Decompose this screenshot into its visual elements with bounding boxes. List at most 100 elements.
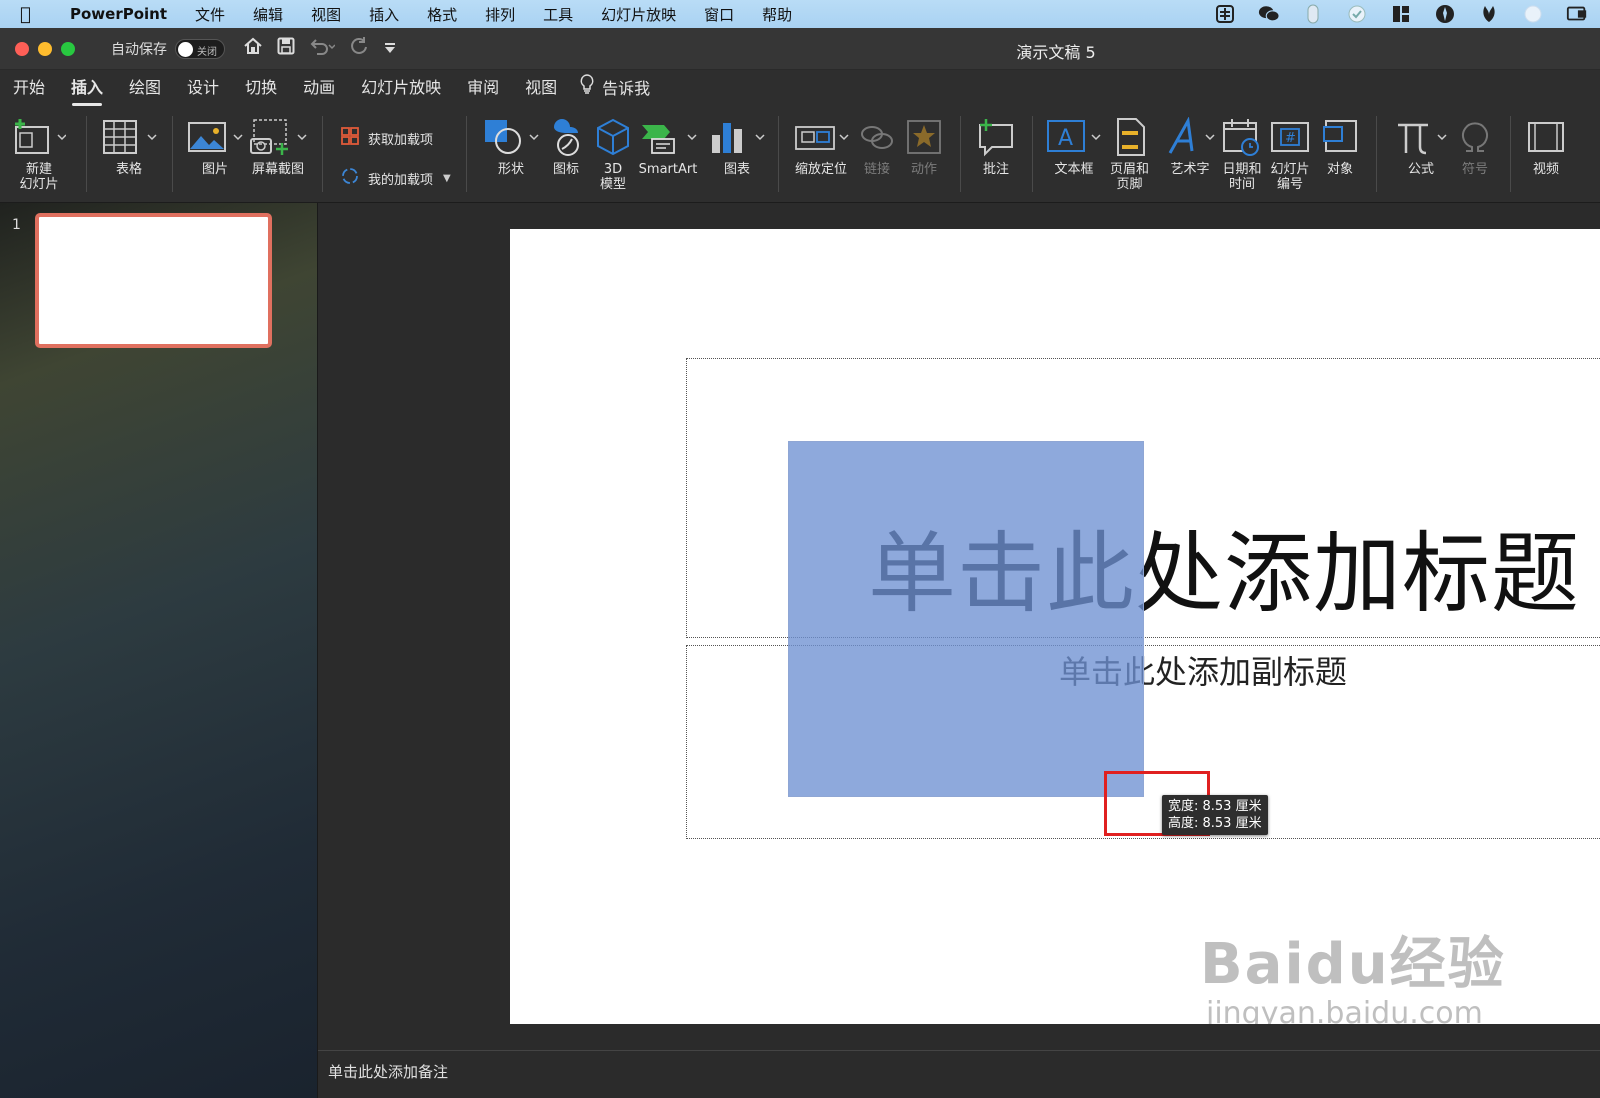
ribbon-tabs: 开始 插入 绘图 设计 切换 动画 幻灯片放映 审阅 视图 告诉我 — [0, 70, 1600, 108]
redo-icon[interactable] — [349, 36, 369, 61]
header-footer-button[interactable]: 页眉和 页脚 — [1110, 116, 1149, 192]
baidu-watermark: Baidu经验 jingyan.baidu.com — [1200, 919, 1506, 1024]
comment-icon — [976, 116, 1016, 158]
wordart-label: 艺术字 — [1170, 162, 1210, 177]
slide-number-button[interactable]: # 幻灯片 编号 — [1270, 116, 1310, 192]
equation-button[interactable]: 公式 — [1394, 116, 1448, 177]
object-label: 对象 — [1326, 162, 1353, 177]
minimize-window-button[interactable] — [38, 41, 52, 56]
mouse-icon[interactable] — [1302, 4, 1324, 24]
menu-slideshow[interactable]: 幻灯片放映 — [587, 4, 690, 25]
tab-transitions[interactable]: 切换 — [232, 70, 290, 108]
chart-button[interactable]: 图表 — [708, 116, 766, 177]
square-shape[interactable] — [788, 441, 1144, 797]
menu-help[interactable]: 帮助 — [748, 4, 806, 25]
circle-icon[interactable] — [1522, 4, 1544, 24]
width-readout: 宽度: 8.53 厘米 — [1168, 799, 1262, 814]
shapes-button[interactable]: 形状 — [482, 116, 540, 177]
addins-icon — [340, 166, 360, 190]
tab-insert[interactable]: 插入 — [58, 70, 116, 108]
my-addins-button[interactable]: 我的加载项 ▼ — [340, 166, 451, 190]
tell-me-search[interactable]: 告诉我 — [570, 70, 663, 108]
3d-model-button[interactable]: 3D 模型 — [594, 116, 632, 192]
shapes-icon — [482, 116, 540, 158]
screenshot-icon — [248, 116, 308, 158]
zoom-label: 缩放定位 — [794, 162, 847, 177]
symbol-button[interactable]: 符号 — [1458, 116, 1492, 177]
table-button[interactable]: 表格 — [100, 116, 158, 177]
object-button[interactable]: 对象 — [1322, 116, 1358, 177]
link-icon — [858, 116, 896, 158]
document-title: 演示文稿 5 — [1016, 43, 1096, 62]
menu-format[interactable]: 格式 — [413, 4, 471, 25]
tab-home[interactable]: 开始 — [0, 70, 58, 108]
wordart-icon — [1164, 116, 1216, 158]
smartart-button[interactable]: SmartArt — [638, 116, 698, 177]
textbox-button[interactable]: A 文本框 — [1046, 116, 1102, 177]
notes-pane[interactable]: 单击此处添加备注 — [318, 1050, 1600, 1098]
comment-button[interactable]: 批注 — [976, 116, 1016, 177]
tab-review[interactable]: 审阅 — [454, 70, 512, 108]
slide-thumbnail-number: 1 — [12, 217, 21, 233]
autosave-toggle[interactable]: 关闭 — [175, 38, 225, 59]
icons-button[interactable]: 图标 — [546, 116, 586, 177]
slide-canvas[interactable]: 单击此处添加标题 单击此处添加副标题 宽度: 8.53 厘米 高度: 8.53 … — [510, 229, 1600, 1024]
video-button[interactable]: 视频 — [1526, 116, 1566, 177]
notes-placeholder[interactable]: 单击此处添加备注 — [328, 1063, 448, 1081]
home-icon[interactable] — [243, 36, 263, 61]
link-button[interactable]: 链接 — [858, 116, 896, 177]
menu-edit[interactable]: 编辑 — [239, 4, 297, 25]
watermark-logo: Baidu经验 — [1200, 932, 1506, 997]
wechat-icon[interactable] — [1258, 4, 1280, 24]
menu-tools[interactable]: 工具 — [529, 4, 587, 25]
picture-button[interactable]: 图片 — [186, 116, 244, 177]
zoom-window-button[interactable] — [61, 41, 75, 56]
date-time-button[interactable]: 日期和 时间 — [1222, 116, 1262, 192]
menu-insert[interactable]: 插入 — [355, 4, 413, 25]
tab-slideshow[interactable]: 幻灯片放映 — [348, 70, 454, 108]
action-button[interactable]: 动作 — [906, 116, 942, 177]
menu-arrange[interactable]: 排列 — [471, 4, 529, 25]
textbox-icon: A — [1046, 116, 1102, 158]
ribbon-separator — [466, 116, 467, 192]
save-icon[interactable] — [277, 37, 295, 60]
menu-view[interactable]: 视图 — [297, 4, 355, 25]
screenshot-button[interactable]: 屏幕截图 — [248, 116, 308, 177]
new-slide-button[interactable]: 新建 幻灯片 — [12, 116, 66, 192]
shapes-label: 形状 — [497, 162, 524, 177]
tab-animations[interactable]: 动画 — [290, 70, 348, 108]
undo-icon[interactable] — [309, 37, 336, 60]
tab-draw[interactable]: 绘图 — [116, 70, 174, 108]
menu-file[interactable]: 文件 — [181, 4, 239, 25]
cloud-sync-icon[interactable] — [1346, 4, 1368, 24]
action-label: 动作 — [910, 162, 937, 177]
wordart-button[interactable]: 艺术字 — [1164, 116, 1216, 177]
picture-label: 图片 — [201, 162, 228, 177]
leaf-icon[interactable] — [1478, 4, 1500, 24]
equation-label: 公式 — [1407, 162, 1434, 177]
zoom-button[interactable]: 缩放定位 — [792, 116, 850, 177]
watermark-url: jingyan.baidu.com — [1206, 996, 1483, 1024]
slide-thumbnail[interactable] — [35, 213, 272, 348]
menu-window[interactable]: 窗口 — [690, 4, 748, 25]
input-method-icon[interactable] — [1214, 4, 1236, 24]
symbol-label: 符号 — [1461, 162, 1488, 177]
screen-mirror-icon[interactable] — [1566, 4, 1588, 24]
menu-app-name[interactable]: PowerPoint — [54, 5, 181, 23]
film-icon — [1526, 116, 1566, 158]
customize-toolbar-icon[interactable] — [383, 38, 397, 60]
picture-icon — [186, 116, 244, 158]
header-footer-icon — [1112, 116, 1148, 158]
omega-icon — [1458, 116, 1492, 158]
slide-number-icon: # — [1270, 116, 1310, 158]
svg-text:#: # — [1285, 131, 1296, 146]
close-window-button[interactable] — [15, 41, 29, 56]
tab-view[interactable]: 视图 — [512, 70, 570, 108]
window-title-bar: 自动保存 关闭 演示文稿 5 — [0, 28, 1600, 70]
apple-icon[interactable]:  — [20, 4, 54, 25]
layout-icon[interactable] — [1390, 4, 1412, 24]
get-addins-button[interactable]: 获取加载项 — [340, 126, 433, 150]
tab-design[interactable]: 设计 — [174, 70, 232, 108]
icons-icon — [546, 116, 586, 158]
app-icon[interactable] — [1434, 4, 1456, 24]
